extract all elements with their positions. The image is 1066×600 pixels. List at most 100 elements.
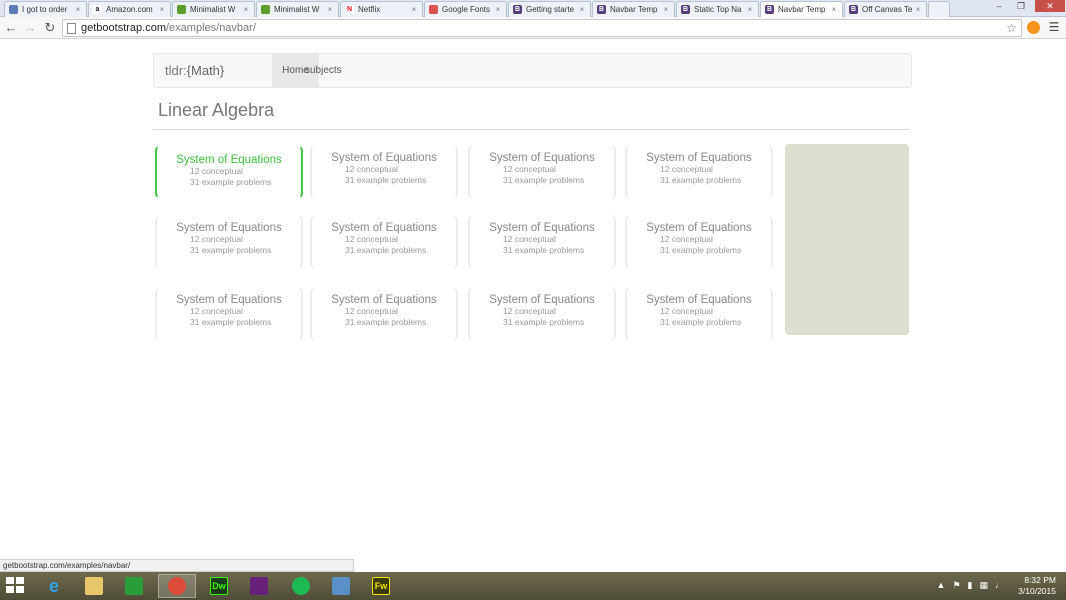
forward-arrow-icon[interactable]: → (22, 20, 38, 36)
tab-close-icon[interactable]: × (494, 5, 502, 14)
nav-subjects-link[interactable]: subjects (305, 54, 342, 88)
topic-card-conceptual-count: 12 conceptual (345, 164, 398, 174)
topic-card[interactable]: System of Equations 12 conceptual 31 examp… (155, 145, 303, 199)
tab-close-icon[interactable]: × (662, 5, 670, 14)
taskbar-clock[interactable]: 8:32 PM 3/10/2015 (1018, 575, 1056, 597)
extension-flame-icon[interactable] (1027, 21, 1040, 34)
tab-close-icon[interactable]: × (578, 5, 586, 14)
topic-card-conceptual-count: 12 conceptual (660, 164, 713, 174)
taskbar-app-button[interactable]: Fw (362, 574, 400, 598)
bookmark-star-icon[interactable]: ☆ (1006, 20, 1017, 36)
browser-tab[interactable]: B Navbar Temp × (592, 1, 675, 17)
tab-close-icon[interactable]: × (746, 5, 754, 14)
taskbar-app-button[interactable] (75, 574, 113, 598)
topic-card[interactable]: System of Equations 12 conceptual 31 examp… (468, 287, 616, 341)
windows-start-icon[interactable] (6, 577, 26, 595)
browser-tab[interactable]: B Static Top Na × (676, 1, 759, 17)
browser-tab[interactable]: B Navbar Temp × (760, 1, 843, 17)
topic-card-conceptual-count: 12 conceptual (345, 234, 398, 244)
hamburger-menu-icon[interactable]: ☰ (1047, 20, 1061, 34)
browser-tab-label: Amazon.com (106, 5, 153, 14)
taskbar-app-button[interactable] (240, 574, 278, 598)
tab-close-icon[interactable]: × (158, 5, 166, 14)
tab-close-icon[interactable]: × (242, 5, 250, 14)
file-explorer-icon (85, 577, 103, 595)
topic-card[interactable]: System of Equations 12 conceptual 31 examp… (625, 215, 773, 269)
clock-time: 8:32 PM (1024, 575, 1056, 585)
topic-card-title: System of Equations (331, 152, 437, 164)
green-app-icon (177, 5, 186, 14)
tray-battery-icon[interactable]: ▮ (968, 580, 973, 591)
topic-card-title: System of Equations (646, 222, 752, 234)
topic-card-title: System of Equations (176, 154, 282, 166)
browser-tab[interactable]: I got to order × (4, 1, 87, 17)
topic-card[interactable]: System of Equations 12 conceptual 31 examp… (625, 287, 773, 341)
taskbar-app-button[interactable]: Dw (200, 574, 238, 598)
topic-card[interactable]: System of Equations 12 conceptual 31 examp… (155, 287, 303, 341)
tab-close-icon[interactable]: × (914, 5, 922, 14)
topic-card[interactable]: System of Equations 12 conceptual 31 examp… (155, 215, 303, 269)
tray-flag-icon[interactable]: ⚑ (952, 580, 960, 591)
topic-card[interactable]: System of Equations 12 conceptual 31 examp… (468, 215, 616, 269)
tab-close-icon[interactable]: × (326, 5, 334, 14)
topic-card-problem-count: 31 example problems (345, 245, 427, 255)
url-path: /examples/navbar/ (166, 22, 256, 34)
internet-explorer-icon: e (48, 575, 59, 596)
brand-logo[interactable]: tldr:{Math} (165, 63, 224, 78)
topic-card-title: System of Equations (331, 294, 437, 306)
globe-icon (9, 5, 18, 14)
browser-tab-label: Navbar Temp (610, 5, 658, 14)
restore-icon[interactable]: ❐ (1010, 0, 1032, 12)
visual-studio-icon (250, 577, 268, 595)
tray-network-icon[interactable]: ▦ (979, 580, 988, 591)
browser-tab-label: Minimalist W (274, 5, 320, 14)
tab-close-icon[interactable]: × (830, 5, 838, 14)
tab-close-icon[interactable]: × (74, 5, 82, 14)
tray-volume-icon[interactable]: ♩ (995, 580, 1004, 591)
topic-card[interactable]: System of Equations 12 conceptual 31 examp… (468, 145, 616, 199)
browser-tab[interactable]: Google Fonts × (424, 1, 507, 17)
new-tab-button[interactable] (928, 1, 950, 17)
browser-tab[interactable]: Minimalist W × (172, 1, 255, 17)
topic-card-title: System of Equations (646, 294, 752, 306)
taskbar-app-button[interactable] (282, 574, 320, 598)
green-app-icon (261, 5, 270, 14)
topic-card-conceptual-count: 12 conceptual (190, 234, 243, 244)
topic-card[interactable]: System of Equations 12 conceptual 31 examp… (625, 145, 773, 199)
taskbar-app-button[interactable] (322, 574, 360, 598)
topic-card[interactable]: System of Equations 12 conceptual 31 examp… (310, 215, 458, 269)
tab-close-icon[interactable]: × (410, 5, 418, 14)
site-navbar: tldr:{Math} Home subjects (153, 53, 912, 88)
taskbar-app-button[interactable] (115, 574, 153, 598)
dreamweaver-icon: Dw (210, 577, 228, 595)
taskbar-app-button[interactable] (158, 574, 196, 598)
back-arrow-icon[interactable]: ← (3, 20, 19, 36)
browser-tab[interactable]: a Amazon.com × (88, 1, 171, 17)
url-host: getbootstrap.com (81, 22, 166, 34)
side-panel (785, 144, 909, 335)
topic-card-title: System of Equations (331, 222, 437, 234)
windows-taskbar: e Dw Fw ▲ ⚑ ▮ ▦ ♩ 8:32 PM 3/10/2015 (0, 572, 1066, 600)
topic-card[interactable]: System of Equations 12 conceptual 31 examp… (310, 145, 458, 199)
bootstrap-icon: B (765, 5, 774, 14)
browser-tab[interactable]: B Off Canvas Te × (844, 1, 927, 17)
browser-tab[interactable]: N Netflix × (340, 1, 423, 17)
topic-card[interactable]: System of Equations 12 conceptual 31 examp… (310, 287, 458, 341)
browser-tab-label: Minimalist W (190, 5, 236, 14)
topic-card-problem-count: 31 example problems (345, 317, 427, 327)
browser-tab[interactable]: B Getting starte × (508, 1, 591, 17)
clock-date: 3/10/2015 (1018, 586, 1056, 596)
address-bar[interactable]: getbootstrap.com/examples/navbar/ ☆ (62, 19, 1022, 37)
tray-up-arrow-icon[interactable]: ▲ (937, 580, 946, 591)
topic-card-problem-count: 31 example problems (503, 175, 585, 185)
minimize-icon[interactable]: – (988, 0, 1010, 12)
page-icon (67, 23, 76, 34)
amazon-icon: a (93, 5, 102, 14)
close-window-icon[interactable]: ✕ (1035, 0, 1065, 12)
topic-card-problem-count: 31 example problems (660, 245, 742, 255)
taskbar-app-button[interactable]: e (35, 574, 73, 598)
browser-tab-label: Google Fonts (442, 5, 491, 14)
reload-icon[interactable]: ↻ (42, 20, 58, 36)
netflix-icon: N (345, 5, 354, 14)
browser-tab[interactable]: Minimalist W × (256, 1, 339, 17)
